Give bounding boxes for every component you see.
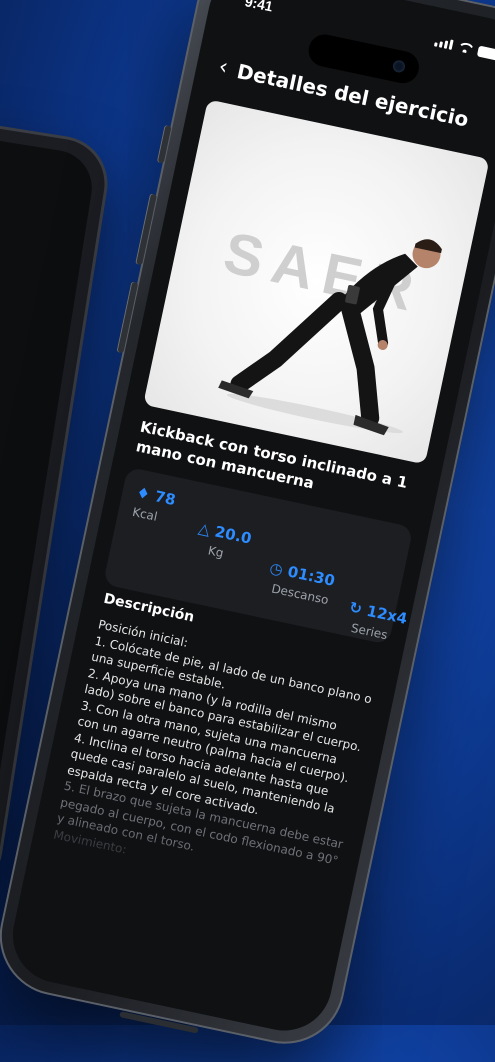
kettlebell-icon: △ <box>196 518 212 539</box>
exercise-video[interactable]: SAER <box>143 99 490 465</box>
stat-calories: ♦ 78 Kcal <box>131 483 177 526</box>
chevron-left-icon: ‹ <box>216 54 231 81</box>
back-button[interactable]: ‹ <box>216 54 231 81</box>
flame-icon: ♦ <box>134 483 152 504</box>
battery-icon <box>476 45 495 61</box>
stat-calories-label: Kcal <box>131 504 159 524</box>
status-time: 9:41 <box>243 0 275 15</box>
status-icons <box>433 36 495 61</box>
repeat-icon: ↻ <box>347 598 364 619</box>
volume-up-button <box>135 193 157 266</box>
volume-down-button <box>116 281 139 354</box>
timer-icon: ◷ <box>268 558 285 579</box>
stat-rest: ◷ 01:30 Descanso <box>264 559 336 608</box>
stat-calories-value: ♦ 78 <box>134 483 178 510</box>
athlete-illustration <box>218 239 442 436</box>
speaker-grille <box>119 1011 199 1034</box>
stat-weight: △ 20.0 Kg <box>193 519 253 565</box>
stat-series: ↻ 12x4 Series <box>344 598 409 645</box>
front-camera <box>391 59 407 74</box>
action-button <box>156 124 172 164</box>
cellular-signal-icon <box>433 36 454 50</box>
wifi-icon <box>457 41 473 54</box>
